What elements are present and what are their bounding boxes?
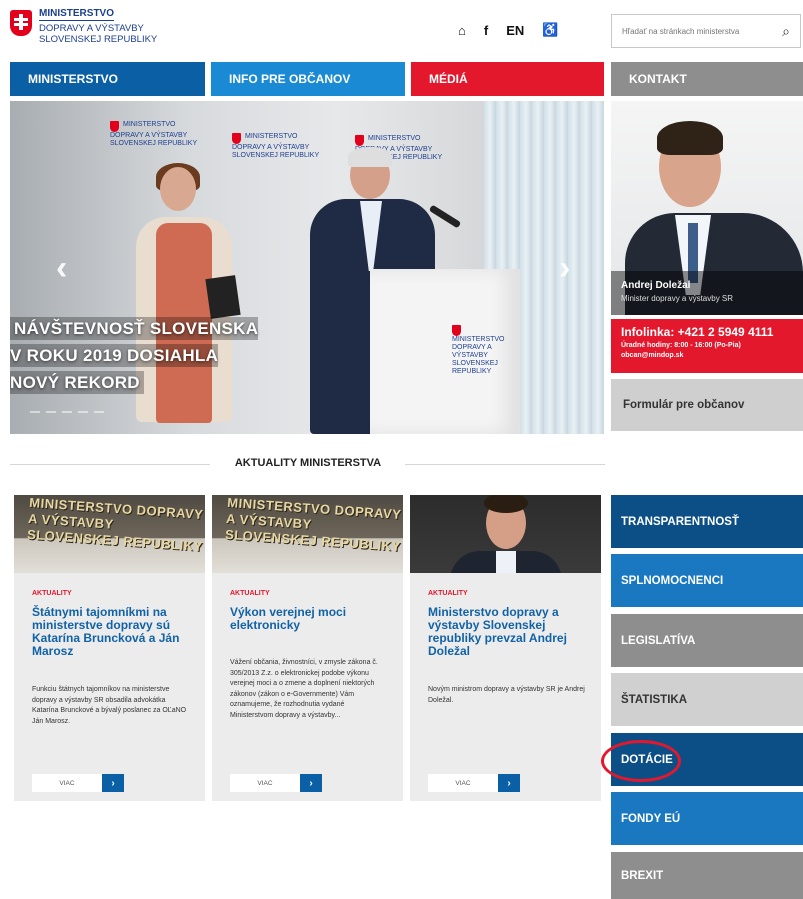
accessibility-icon[interactable]: ♿ — [542, 22, 558, 38]
profile-caption: Andrej Doležal Minister dopravy a výstav… — [611, 271, 803, 315]
infoline-email[interactable]: obcan@mindop.sk — [621, 352, 793, 359]
read-more-button[interactable]: VIAC — [230, 774, 300, 792]
minister-name: Andrej Doležal — [621, 280, 691, 291]
slider-dot[interactable] — [46, 411, 56, 413]
tile-transparentnost[interactable]: TRANSPARENTNOSŤ — [611, 495, 803, 548]
hero-slider[interactable]: MINISTERSTVO DOPRAVY A VÝSTAVBY SLOVENSK… — [10, 101, 604, 434]
chevron-right-icon[interactable]: › — [498, 774, 520, 792]
logo-text: MINISTERSTVO DOPRAVY A VÝSTAVBY SLOVENSK… — [39, 8, 158, 45]
news-tag: AKTUALITY — [32, 590, 72, 597]
chevron-right-icon[interactable]: › — [300, 774, 322, 792]
slider-dot[interactable] — [62, 411, 72, 413]
nav-kontakt[interactable]: KONTAKT — [611, 62, 803, 96]
section-title: AKTUALITY MINISTERSTVA — [234, 457, 382, 469]
tile-fondy-eu[interactable]: FONDY EÚ — [611, 792, 803, 845]
news-title[interactable]: Štátnymi tajomníkmi na ministerstve dopr… — [32, 606, 192, 658]
hero-headline[interactable]: NÁVŠTEVNOSŤ SLOVENSKA V ROKU 2019 DOSIAH… — [10, 315, 270, 396]
tile-legislativa[interactable]: LEGISLATÍVA — [611, 614, 803, 667]
news-card[interactable]: AKTUALITY Ministerstvo dopravy a výstavb… — [410, 495, 601, 801]
read-more[interactable]: VIAC › — [428, 774, 520, 792]
minister-role: Minister dopravy a výstavby SR — [621, 294, 734, 303]
news-image[interactable]: MINISTERSTVO DOPRAVY A VÝSTAVBY SLOVENSK… — [14, 495, 205, 573]
slider-dots[interactable] — [30, 411, 104, 413]
podium: MINISTERSTVO DOPRAVY A VÝSTAVBY SLOVENSK… — [370, 269, 520, 434]
coat-of-arms-icon — [10, 10, 32, 36]
citizens-form-button[interactable]: Formulár pre občanov — [611, 379, 803, 431]
tile-splnomocnenci[interactable]: SPLNOMOCNENCI — [611, 554, 803, 607]
home-icon[interactable]: ⌂ — [458, 23, 466, 38]
search-icon[interactable]: ⌕ — [772, 23, 800, 40]
news-tag: AKTUALITY — [428, 590, 468, 597]
news-card[interactable]: MINISTERSTVO DOPRAVY A VÝSTAVBY SLOVENSK… — [212, 495, 403, 801]
minister-profile[interactable]: Andrej Doležal Minister dopravy a výstav… — [611, 101, 803, 315]
slider-prev-icon[interactable]: ‹ — [56, 249, 67, 288]
news-excerpt: Novým ministrom dopravy a výstavby SR je… — [428, 686, 585, 704]
infoline-hours: Úradné hodiny: 8:00 - 16:00 (Po-Pia) — [621, 342, 741, 349]
tile-dotacie[interactable]: DOTÁCIE — [611, 733, 803, 786]
chevron-right-icon[interactable]: › — [102, 774, 124, 792]
nav-media[interactable]: MÉDIÁ — [411, 62, 604, 96]
news-excerpt: Funkciu štátnych tajomníkov na ministers… — [32, 686, 187, 725]
read-more-button[interactable]: VIAC — [428, 774, 498, 792]
ministry-logo[interactable]: MINISTERSTVO DOPRAVY A VÝSTAVBY SLOVENSK… — [10, 8, 180, 50]
read-more[interactable]: VIAC › — [230, 774, 322, 792]
news-card[interactable]: MINISTERSTVO DOPRAVY A VÝSTAVBY SLOVENSK… — [14, 495, 205, 801]
read-more-button[interactable]: VIAC — [32, 774, 102, 792]
news-tag: AKTUALITY — [230, 590, 270, 597]
news-title[interactable]: Ministerstvo dopravy a výstavby Slovensk… — [428, 606, 588, 658]
search-box: ⌕ — [611, 14, 801, 48]
slider-dot[interactable] — [30, 411, 40, 413]
search-input[interactable] — [612, 26, 772, 36]
divider — [405, 464, 605, 465]
read-more[interactable]: VIAC › — [32, 774, 124, 792]
wall-logo: MINISTERSTVO DOPRAVY A VÝSTAVBY SLOVENSK… — [110, 121, 210, 148]
nav-info-pre-obcanov[interactable]: INFO PRE OBČANOV — [211, 62, 405, 96]
tile-statistika[interactable]: ŠTATISTIKA — [611, 673, 803, 726]
tile-brexit[interactable]: BREXIT — [611, 852, 803, 899]
news-image[interactable]: MINISTERSTVO DOPRAVY A VÝSTAVBY SLOVENSK… — [212, 495, 403, 573]
slider-dot[interactable] — [78, 411, 88, 413]
language-switch-en[interactable]: EN — [506, 23, 524, 38]
divider — [10, 464, 210, 465]
nav-ministerstvo[interactable]: MINISTERSTVO — [10, 62, 205, 96]
news-image[interactable] — [410, 495, 601, 573]
infoline-phone: Infolinka: +421 2 5949 4111 — [621, 325, 774, 339]
news-excerpt: Vážení občania, živnostníci, v zmysle zá… — [230, 659, 378, 719]
top-utility-bar: ⌂ f EN ♿ — [458, 22, 558, 38]
news-title[interactable]: Výkon verejnej moci elektronicky — [230, 606, 390, 632]
podium-logo: MINISTERSTVO DOPRAVY A VÝSTAVBY SLOVENSK… — [452, 325, 512, 376]
infoline-box: Infolinka: +421 2 5949 4111 Úradné hodin… — [611, 319, 803, 373]
slider-dot[interactable] — [94, 411, 104, 413]
slider-next-icon[interactable]: › — [559, 249, 570, 288]
facebook-icon[interactable]: f — [484, 23, 488, 38]
